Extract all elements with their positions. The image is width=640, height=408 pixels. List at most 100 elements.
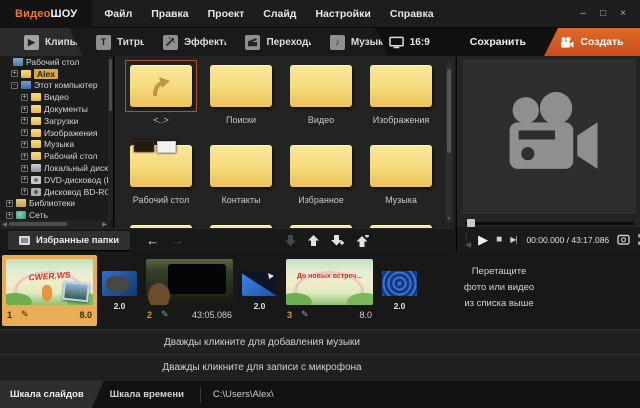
slide-number: 2 [147,310,152,320]
transition-3[interactable]: 2.0 [379,255,420,311]
voice-track[interactable]: Дважды кликните для записи с микрофона [0,354,640,380]
tab-effects[interactable]: Эффекты [136,28,233,56]
create-button[interactable]: Создать [544,28,640,56]
tree-item-libraries[interactable]: + Библиотеки [0,198,113,210]
previous-frame-button[interactable]: |◀ [465,231,470,249]
menu-settings[interactable]: Настройки [315,8,370,20]
scrollbar-thumb[interactable] [109,59,112,111]
snapshot-icon[interactable] [617,234,630,245]
folder-tile-video[interactable]: Видео [281,60,361,136]
add-all-to-project-button[interactable] [356,235,369,247]
tree-item-bd-rom[interactable]: + Дисковод BD-ROM [0,186,113,198]
grid-vertical-scrollbar[interactable]: ▼ [446,61,452,223]
slide-3[interactable]: До новых встреч... 3 ✎ 8.0 [282,255,377,326]
folder-tile-cutoff[interactable] [121,220,201,228]
slide-2[interactable]: 2 ✎ 43:05.086 [142,255,237,326]
folder-tile-favorites[interactable]: Избранное [281,140,361,216]
tab-time-scale[interactable]: Шкала времени [104,381,196,408]
tree-item-documents[interactable]: + Документы [0,103,113,115]
back-button[interactable]: ← [146,234,159,247]
folder-icon [31,105,41,113]
aspect-ratio-indicator[interactable]: 16:9 [389,36,430,49]
expand-icon[interactable]: + [21,117,28,124]
folder-tile-images[interactable]: Изображения [361,60,441,136]
tree-item-this-pc[interactable]: - Этот компьютер [0,80,113,92]
tab-titles[interactable]: T Титры [69,28,150,56]
main-tab-bar: ▶ Клипы T Титры Эффекты Переходы ♪ Музык… [0,28,640,56]
scroll-right-icon[interactable]: ▶ [100,221,109,228]
tree-item-music[interactable]: + Музыка [0,139,113,151]
save-button[interactable]: Сохранить [452,28,544,56]
tree-item-video[interactable]: + Видео [0,91,113,103]
tab-clips[interactable]: ▶ Клипы [0,28,83,56]
transition-duration: 2.0 [114,301,126,311]
edit-pencil-icon[interactable]: ✎ [161,309,169,320]
seek-track[interactable] [465,222,634,225]
tree-item-desktop-root[interactable]: Рабочий стол [0,56,113,68]
scroll-left-icon[interactable]: ◀ [0,221,9,228]
favorite-folders-button[interactable]: Избранные папки [8,231,130,250]
tab-transitions[interactable]: Переходы [218,28,316,56]
tree-item-dvd-drive[interactable]: + DVD-дисковод (D:) [0,174,113,186]
expand-icon[interactable]: + [6,200,13,207]
transition-1[interactable]: 2.0 [99,255,140,311]
folder-tile-searches[interactable]: Поиски [201,60,281,136]
expand-icon[interactable]: + [21,106,28,113]
menu-project[interactable]: Проект [208,8,245,20]
tree-item-desktop-folder[interactable]: + Рабочий стол [0,150,113,162]
folder-tile-contacts[interactable]: Контакты [201,140,281,216]
slide-1-selected[interactable]: CWER.WS 1 ✎ 8.0 [2,255,97,326]
folder-tree-panel: Рабочий стол + Alex - Этот компьютер + В… [0,56,114,228]
divider [200,387,201,403]
play-button[interactable]: ▶ [478,232,488,248]
tab-slide-scale[interactable]: Шкала слайдов [0,381,104,408]
add-to-project-button[interactable] [331,235,344,247]
folder-tile-music[interactable]: Музыка [361,140,441,216]
maximize-button[interactable]: □ [600,9,606,19]
expand-icon[interactable]: + [21,165,28,172]
tree-vertical-scrollbar[interactable] [108,56,113,220]
edit-pencil-icon[interactable]: ✎ [301,309,309,320]
menu-file[interactable]: Файл [104,8,132,20]
expand-icon[interactable]: + [21,153,28,160]
stop-button[interactable]: ■ [496,234,502,245]
move-up-button[interactable] [308,235,319,246]
tab-music[interactable]: ♪ Музыка [303,28,389,56]
tree-item-downloads[interactable]: + Загрузки [0,115,113,127]
tree-item-pictures[interactable]: + Изображения [0,127,113,139]
favorite-folders-label: Избранные папки [36,235,119,246]
collapse-icon[interactable]: - [11,82,18,89]
expand-icon[interactable]: + [21,94,28,101]
minimize-button[interactable]: – [581,9,587,19]
expand-icon[interactable]: + [21,176,28,183]
move-down-button-disabled[interactable] [285,235,296,246]
folder-tile-up[interactable]: <..> [121,60,201,136]
menu-help[interactable]: Справка [390,8,434,20]
close-button[interactable]: × [620,9,626,19]
tree-item-alex[interactable]: + Alex [0,68,113,80]
scroll-down-icon[interactable]: ▼ [446,216,452,222]
tree-item-local-disk-c[interactable]: + Локальный диск (C:) [0,162,113,174]
expand-icon[interactable]: + [21,129,28,136]
scrollbar-thumb[interactable] [447,69,451,153]
folder-tile-cutoff[interactable] [361,220,441,228]
scrollbar-thumb[interactable] [9,222,67,226]
tree-horizontal-scrollbar[interactable]: ◀ ▶ [0,220,109,228]
folder-tile-cutoff[interactable] [201,220,281,228]
transition-duration: 2.0 [394,301,406,311]
expand-icon[interactable]: + [11,70,18,77]
folder-tile-cutoff[interactable] [281,220,361,228]
music-track[interactable]: Дважды кликните для добавления музыки [0,329,640,354]
menu-slide[interactable]: Слайд [263,8,296,20]
transition-2[interactable]: 2.0 [239,255,280,311]
folder-tile-desktop[interactable]: Рабочий стол [121,140,201,216]
edit-pencil-icon[interactable]: ✎ [21,309,29,320]
expand-icon[interactable]: + [21,188,28,195]
expand-icon[interactable]: + [6,212,13,219]
forward-button[interactable]: → [171,234,184,247]
seek-handle[interactable] [467,219,475,227]
menu-edit[interactable]: Правка [151,8,188,20]
slide-duration: 8.0 [359,310,372,320]
expand-icon[interactable]: + [21,141,28,148]
next-frame-button[interactable]: ▶| [510,235,516,244]
